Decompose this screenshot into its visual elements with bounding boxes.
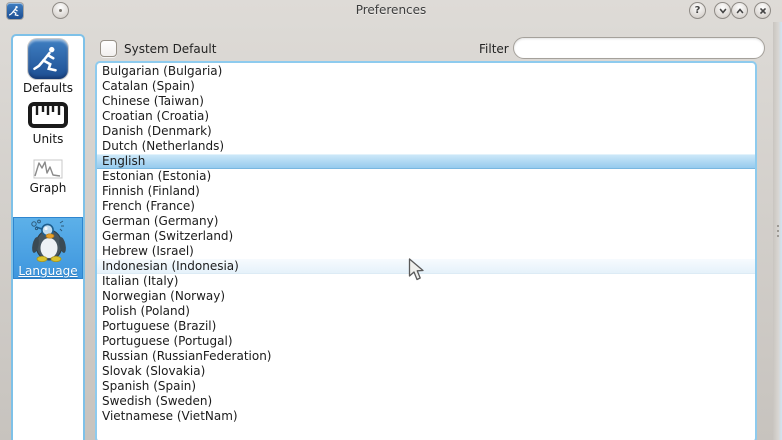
filter-input[interactable] bbox=[513, 37, 765, 59]
language-list-item[interactable]: Italian (Italy) bbox=[97, 274, 755, 289]
sidebar-item-label: Defaults bbox=[23, 81, 73, 95]
language-label: French (France) bbox=[102, 199, 195, 213]
sidebar-item-units[interactable]: Units bbox=[13, 100, 83, 146]
language-list-item[interactable]: Croatian (Croatia) bbox=[97, 109, 755, 124]
filter-label: Filter bbox=[479, 42, 509, 56]
language-list-item[interactable]: Catalan (Spain) bbox=[97, 79, 755, 94]
chevron-up-icon bbox=[735, 6, 745, 16]
sidebar-item-label: Graph bbox=[30, 181, 67, 195]
language-list-item[interactable]: Norwegian (Norway) bbox=[97, 289, 755, 304]
language-label: Slovak (Slovakia) bbox=[102, 364, 205, 378]
sidebar-item-label: Language bbox=[18, 264, 77, 278]
language-label: Swedish (Sweden) bbox=[102, 394, 212, 408]
system-default-checkbox[interactable] bbox=[100, 40, 117, 57]
language-label: Finnish (Finland) bbox=[102, 184, 200, 198]
language-label: Estonian (Estonia) bbox=[102, 169, 211, 183]
language-list-item[interactable]: Indonesian (Indonesia) bbox=[97, 259, 755, 274]
language-label: Chinese (Taiwan) bbox=[102, 94, 204, 108]
language-label: Indonesian (Indonesia) bbox=[102, 259, 239, 273]
language-list-item[interactable]: German (Germany) bbox=[97, 214, 755, 229]
language-list-item[interactable]: English bbox=[97, 154, 755, 169]
language-list-item[interactable]: Finnish (Finland) bbox=[97, 184, 755, 199]
language-list-item[interactable]: Vietnamese (VietNam) bbox=[97, 409, 755, 424]
language-label: Dutch (Netherlands) bbox=[102, 139, 224, 153]
preferences-window: Preferences ? bbox=[0, 0, 782, 440]
close-icon bbox=[758, 6, 768, 16]
diver-icon bbox=[28, 39, 68, 79]
maximize-button[interactable] bbox=[731, 2, 748, 19]
language-label: Catalan (Spain) bbox=[102, 79, 195, 93]
language-list-item[interactable]: French (France) bbox=[97, 199, 755, 214]
profile-graph-icon bbox=[33, 159, 63, 179]
language-list-item[interactable]: German (Switzerland) bbox=[97, 229, 755, 244]
language-label: English bbox=[102, 154, 145, 168]
language-label: Portuguese (Brazil) bbox=[102, 319, 216, 333]
chevron-down-icon bbox=[718, 6, 728, 16]
language-label: Norwegian (Norway) bbox=[102, 289, 225, 303]
language-label: German (Switzerland) bbox=[102, 229, 233, 243]
language-list: Bulgarian (Bulgaria) Catalan (Spain) Chi… bbox=[95, 61, 757, 440]
language-label: Bulgarian (Bulgaria) bbox=[102, 64, 222, 78]
sidebar-item-defaults[interactable]: Defaults bbox=[13, 39, 83, 95]
window-title: Preferences bbox=[0, 0, 782, 22]
language-list-item[interactable]: Bulgarian (Bulgaria) bbox=[97, 64, 755, 79]
language-label: Polish (Poland) bbox=[102, 304, 190, 318]
language-list-item[interactable]: Polish (Poland) bbox=[97, 304, 755, 319]
language-label: Vietnamese (VietNam) bbox=[102, 409, 238, 423]
system-default-label: System Default bbox=[124, 42, 216, 56]
language-list-item[interactable]: Portuguese (Portugal) bbox=[97, 334, 755, 349]
help-button[interactable]: ? bbox=[689, 2, 706, 19]
sidebar-item-label: Units bbox=[33, 132, 64, 146]
language-list-item[interactable]: Portuguese (Brazil) bbox=[97, 319, 755, 334]
help-icon: ? bbox=[695, 5, 701, 16]
language-list-item[interactable]: Hebrew (Israel) bbox=[97, 244, 755, 259]
language-label: Spanish (Spain) bbox=[102, 379, 196, 393]
sidebar-item-language[interactable]: Language bbox=[13, 217, 83, 279]
language-list-item[interactable]: Spanish (Spain) bbox=[97, 379, 755, 394]
settings-sidebar: Defaults Units Graph bbox=[11, 34, 85, 440]
language-label: Portuguese (Portugal) bbox=[102, 334, 233, 348]
language-label: Italian (Italy) bbox=[102, 274, 178, 288]
language-label: Croatian (Croatia) bbox=[102, 109, 209, 123]
language-list-item[interactable]: Chinese (Taiwan) bbox=[97, 94, 755, 109]
language-list-item[interactable]: Dutch (Netherlands) bbox=[97, 139, 755, 154]
sidebar-item-graph[interactable]: Graph bbox=[13, 159, 83, 195]
language-label: German (Germany) bbox=[102, 214, 218, 228]
language-list-item[interactable]: Estonian (Estonia) bbox=[97, 169, 755, 184]
minimize-button[interactable] bbox=[714, 2, 731, 19]
language-list-item[interactable]: Slovak (Slovakia) bbox=[97, 364, 755, 379]
penguin-diver-icon bbox=[26, 218, 70, 262]
language-list-item[interactable]: Swedish (Sweden) bbox=[97, 394, 755, 409]
splitter-handle[interactable] bbox=[773, 22, 782, 440]
language-label: Danish (Denmark) bbox=[102, 124, 212, 138]
language-label: Russian (RussianFederation) bbox=[102, 349, 271, 363]
close-button[interactable] bbox=[754, 2, 771, 19]
titlebar: Preferences ? bbox=[0, 0, 782, 22]
language-list-item[interactable]: Danish (Denmark) bbox=[97, 124, 755, 139]
language-list-item[interactable]: Russian (RussianFederation) bbox=[97, 349, 755, 364]
language-label: Hebrew (Israel) bbox=[102, 244, 194, 258]
ruler-icon bbox=[27, 100, 69, 130]
